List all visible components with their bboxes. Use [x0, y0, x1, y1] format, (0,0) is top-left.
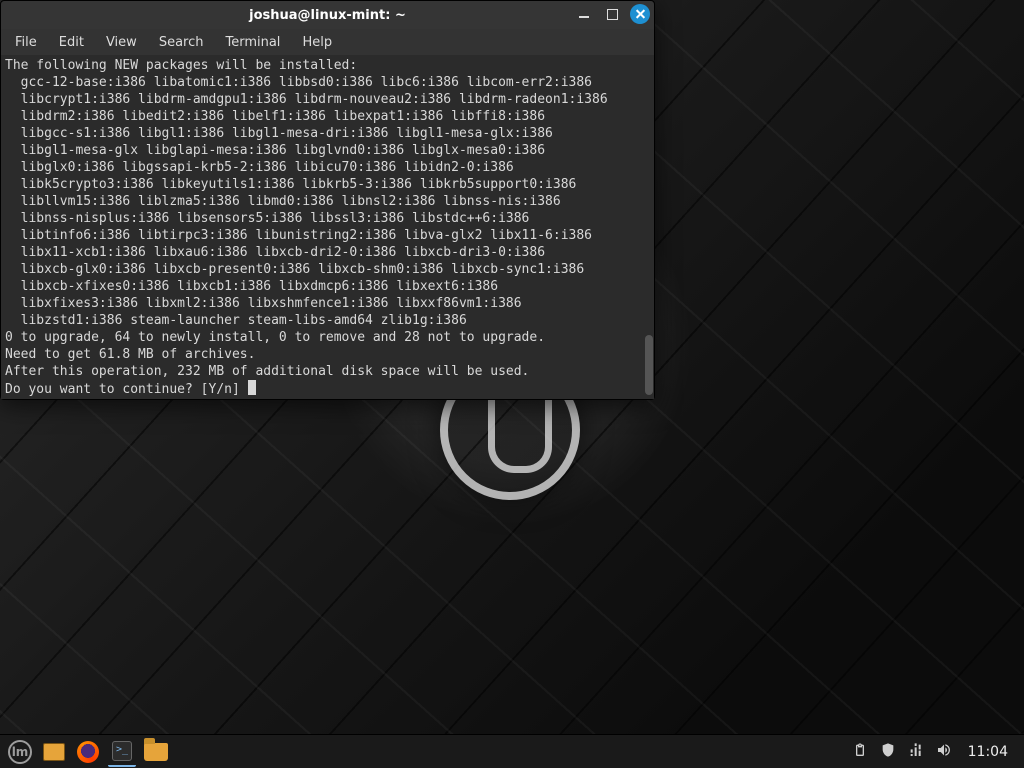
terminal-line: gcc-12-base:i386 libatomic1:i386 libbsd0… — [5, 75, 592, 90]
terminal-line: libdrm2:i386 libedit2:i386 libelf1:i386 … — [5, 109, 545, 124]
terminal-line: The following NEW packages will be insta… — [5, 58, 357, 73]
panel-clock[interactable]: 11:04 — [964, 744, 1012, 760]
window-titlebar[interactable]: joshua@linux-mint: ~ — [1, 1, 654, 29]
network-tray-icon[interactable] — [908, 742, 924, 762]
start-menu-button[interactable]: lm — [6, 738, 34, 766]
terminal-line: libxfixes3:i386 libxml2:i386 libxshmfenc… — [5, 296, 522, 311]
terminal-line: libgcc-s1:i386 libgl1:i386 libgl1-mesa-d… — [5, 126, 553, 141]
terminal-line: libglx0:i386 libgssapi-krb5-2:i386 libic… — [5, 160, 514, 175]
window-minimize-button[interactable] — [574, 4, 594, 24]
menu-terminal[interactable]: Terminal — [215, 32, 290, 53]
terminal-line: libzstd1:i386 steam-launcher steam-libs-… — [5, 313, 467, 328]
window-maximize-button[interactable] — [602, 4, 622, 24]
clipboard-tray-icon[interactable] — [852, 742, 868, 762]
menu-search[interactable]: Search — [149, 32, 214, 53]
terminal-output[interactable]: The following NEW packages will be insta… — [1, 55, 654, 399]
terminal-scrollbar[interactable] — [643, 55, 653, 399]
show-desktop-icon — [43, 743, 65, 761]
terminal-line: libxcb-glx0:i386 libxcb-present0:i386 li… — [5, 262, 584, 277]
terminal-line: libcrypt1:i386 libdrm-amdgpu1:i386 libdr… — [5, 92, 608, 107]
scrollbar-thumb[interactable] — [645, 335, 653, 395]
volume-tray-icon[interactable] — [936, 742, 952, 762]
window-close-button[interactable] — [630, 4, 650, 24]
firefox-launcher[interactable] — [74, 738, 102, 766]
terminal-line: libgl1-mesa-glx libglapi-mesa:i386 libgl… — [5, 143, 545, 158]
terminal-line: libk5crypto3:i386 libkeyutils1:i386 libk… — [5, 177, 576, 192]
terminal-menubar: File Edit View Search Terminal Help — [1, 29, 654, 55]
window-title: joshua@linux-mint: ~ — [249, 8, 406, 23]
mint-menu-icon: lm — [8, 740, 32, 764]
firefox-icon — [77, 741, 99, 763]
terminal-line: Need to get 61.8 MB of archives. — [5, 347, 255, 362]
menu-file[interactable]: File — [5, 32, 47, 53]
files-launcher[interactable] — [142, 738, 170, 766]
menu-edit[interactable]: Edit — [49, 32, 94, 53]
terminal-line: Do you want to continue? [Y/n] — [5, 382, 248, 397]
system-tray: 11:04 — [852, 742, 1018, 762]
taskbar: lm 11:04 — [0, 734, 1024, 768]
terminal-icon — [112, 741, 132, 761]
shield-tray-icon[interactable] — [880, 742, 896, 762]
terminal-line: libtinfo6:i386 libtirpc3:i386 libunistri… — [5, 228, 592, 243]
terminal-line: After this operation, 232 MB of addition… — [5, 364, 529, 379]
folder-icon — [144, 743, 168, 761]
terminal-window: joshua@linux-mint: ~ File Edit View Sear… — [0, 0, 655, 400]
show-desktop-button[interactable] — [40, 738, 68, 766]
terminal-task-button[interactable] — [108, 737, 136, 767]
terminal-line: libxcb-xfixes0:i386 libxcb1:i386 libxdmc… — [5, 279, 498, 294]
terminal-line: libnss-nisplus:i386 libsensors5:i386 lib… — [5, 211, 529, 226]
terminal-line: 0 to upgrade, 64 to newly install, 0 to … — [5, 330, 545, 345]
menu-help[interactable]: Help — [292, 32, 342, 53]
terminal-cursor — [248, 380, 256, 395]
terminal-line: libllvm15:i386 liblzma5:i386 libmd0:i386… — [5, 194, 561, 209]
menu-view[interactable]: View — [96, 32, 147, 53]
terminal-line: libx11-xcb1:i386 libxau6:i386 libxcb-dri… — [5, 245, 545, 260]
